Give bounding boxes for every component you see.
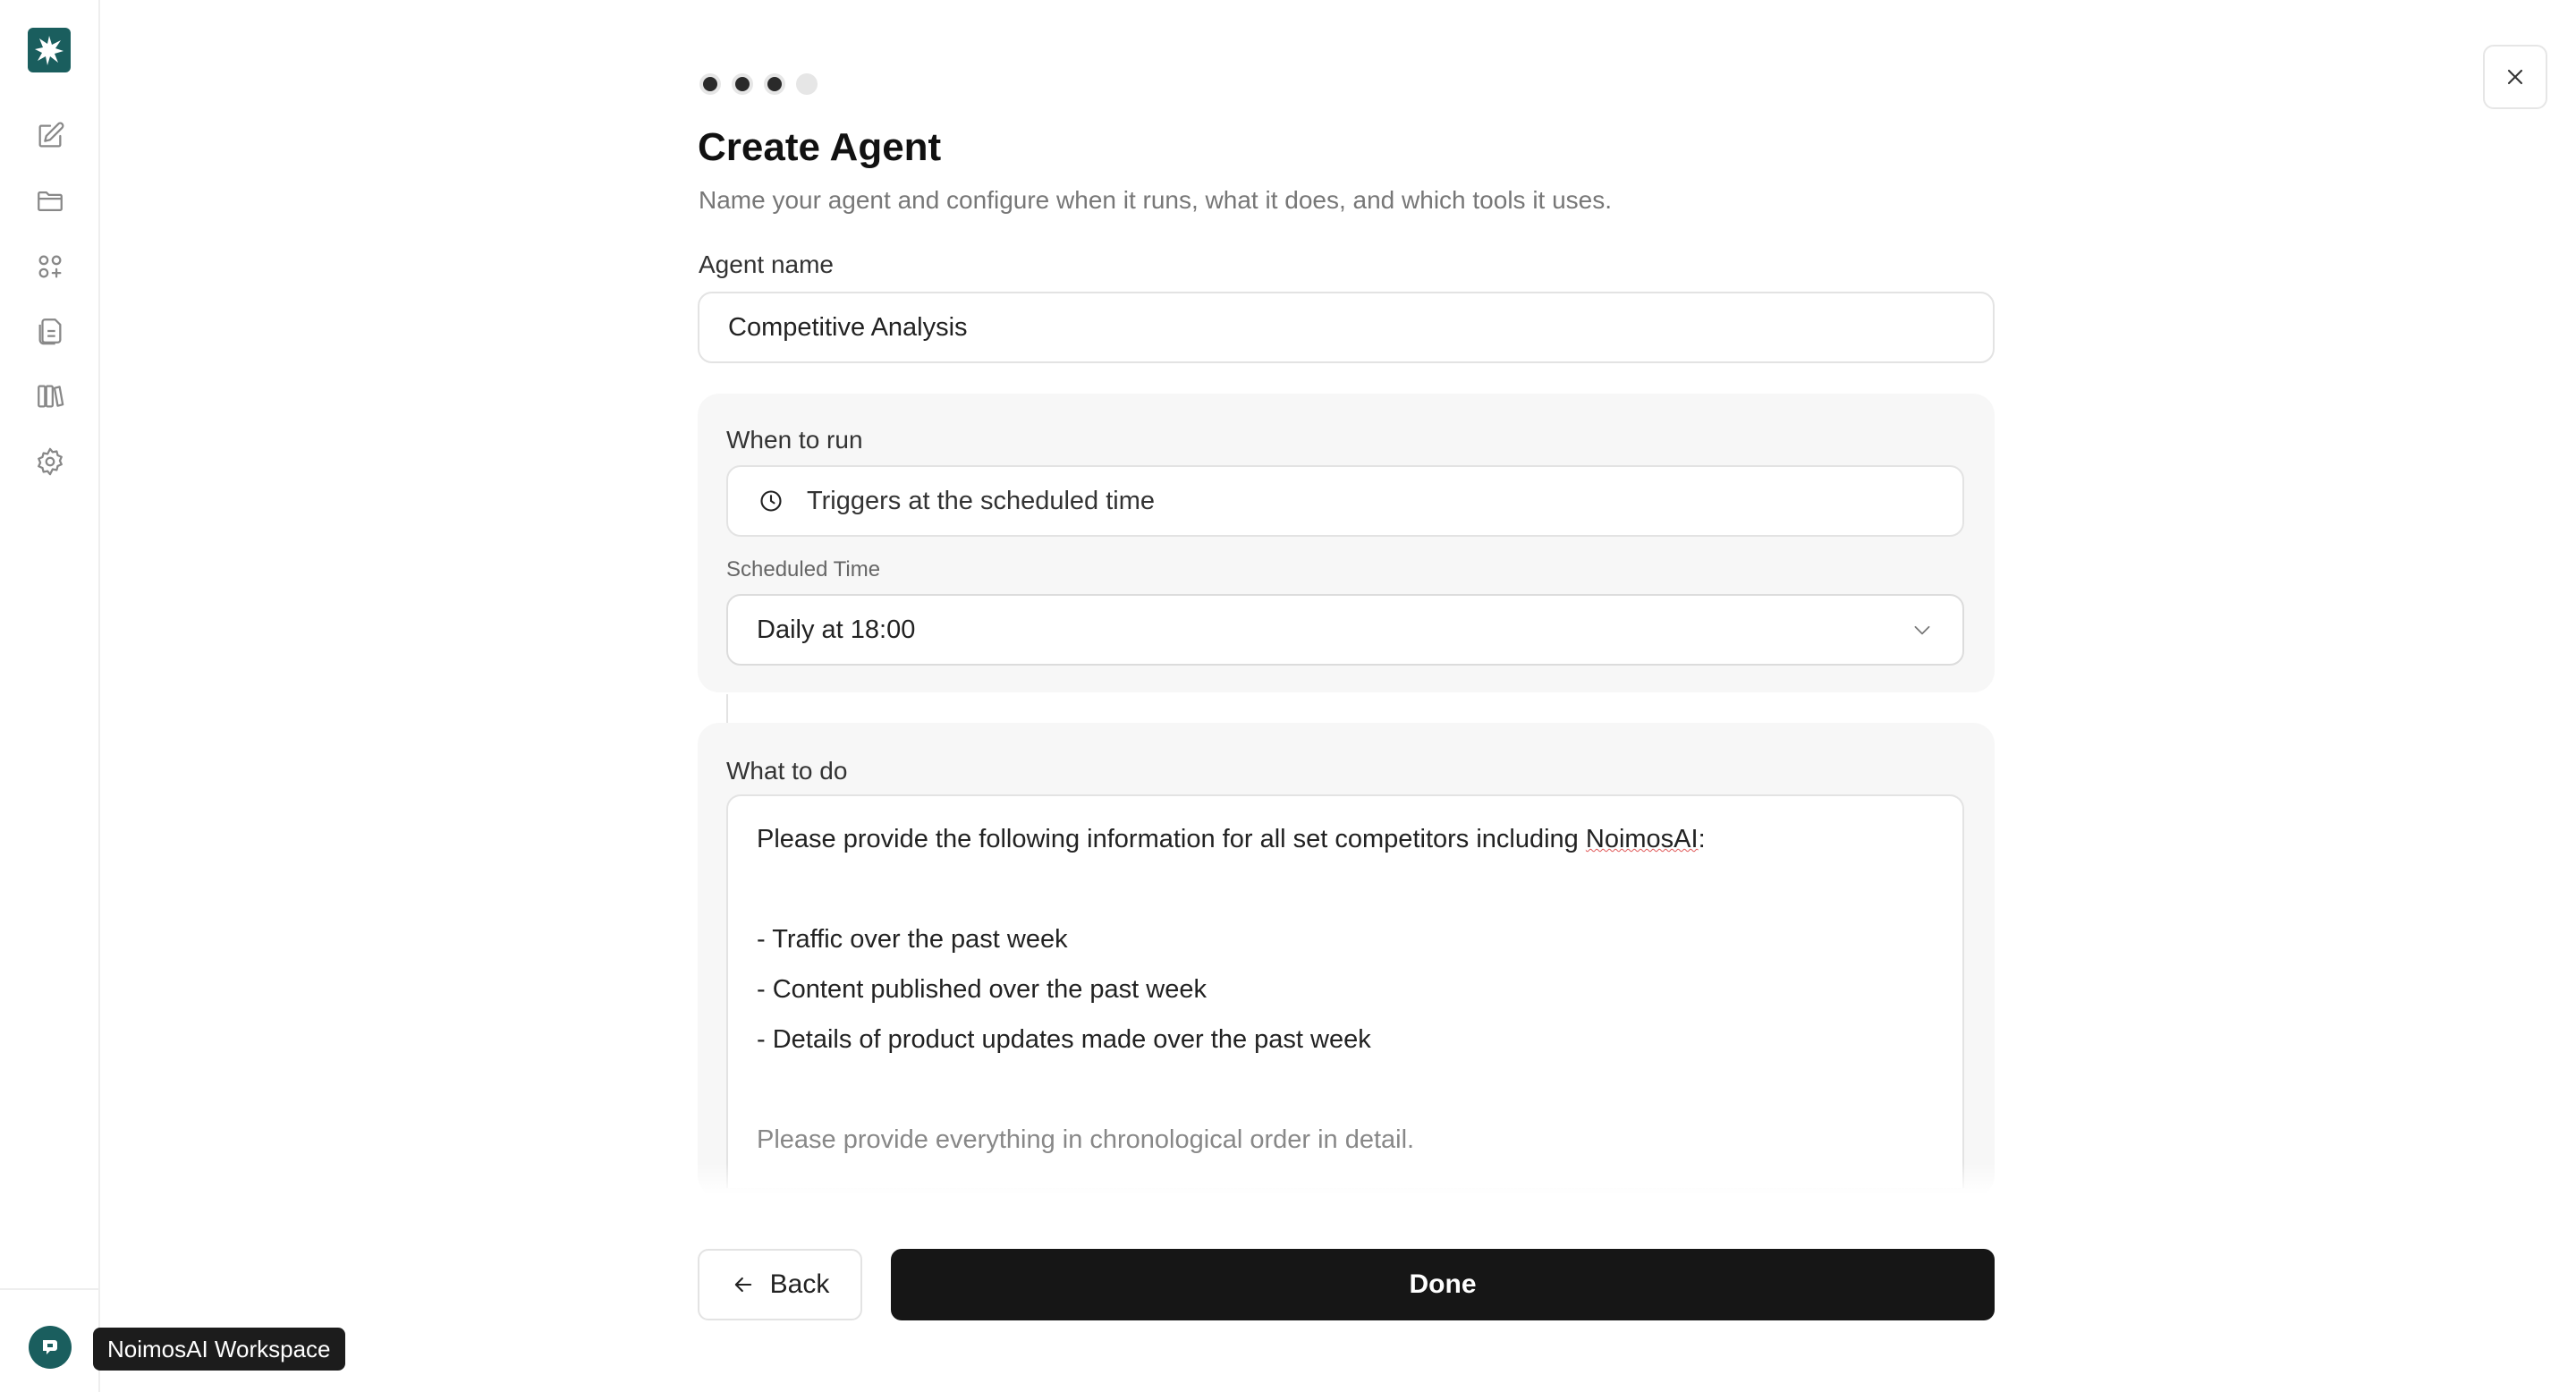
what-to-do-label: What to do <box>726 757 848 785</box>
sidebar-divider <box>0 1288 100 1290</box>
edit-icon[interactable] <box>32 118 68 154</box>
gear-icon[interactable] <box>32 444 68 480</box>
instruction-blank-line <box>757 864 1934 914</box>
scroll-fade <box>698 1163 1995 1202</box>
step-dot-1 <box>699 73 721 95</box>
back-button-label: Back <box>769 1269 830 1299</box>
close-icon <box>2507 69 2523 85</box>
library-icon[interactable] <box>32 378 68 414</box>
instruction-bullet-1: - Traffic over the past week <box>757 925 1068 954</box>
instruction-line-1-text: Please provide the following information… <box>757 825 1586 853</box>
instruction-blank-line <box>757 1065 1934 1115</box>
chevron-down-icon <box>1914 625 1930 635</box>
instruction-bullet-2: - Content published over the past week <box>757 975 1207 1004</box>
instruction-bullet-3: - Details of product updates made over t… <box>757 1025 1371 1054</box>
workspace-avatar[interactable] <box>29 1326 72 1369</box>
instruction-closing: Please provide everything in chronologic… <box>757 1125 1415 1154</box>
trigger-selector[interactable]: Triggers at the scheduled time <box>726 465 1964 537</box>
agent-name-input[interactable]: Competitive Analysis <box>698 292 1995 363</box>
close-button[interactable] <box>2483 45 2547 109</box>
page-subtitle: Name your agent and configure when it ru… <box>699 186 1613 214</box>
instruction-line-1-suffix: : <box>1698 825 1706 853</box>
workspace-tooltip: NoimosAI Workspace <box>93 1328 345 1371</box>
scheduled-time-value: Daily at 18:00 <box>757 615 916 644</box>
instructions-textarea[interactable]: Please provide the following information… <box>726 794 1964 1188</box>
instruction-line-1: Please provide the following information… <box>757 814 1934 864</box>
arrow-left-icon <box>734 1277 751 1293</box>
workspace-logo-icon <box>43 1340 57 1354</box>
step-dot-4 <box>796 73 818 95</box>
agent-name-label: Agent name <box>699 250 834 278</box>
step-indicator <box>699 73 818 95</box>
step-dot-3 <box>764 73 785 95</box>
clock-icon <box>760 490 782 512</box>
when-to-run-label: When to run <box>726 426 863 454</box>
instruction-brand: NoimosAI <box>1585 825 1699 853</box>
step-dot-2 <box>732 73 753 95</box>
back-button[interactable]: Back <box>698 1249 862 1320</box>
document-icon[interactable] <box>32 313 68 349</box>
scheduled-time-select[interactable]: Daily at 18:00 <box>726 594 1964 666</box>
sidebar <box>0 0 100 1392</box>
done-button[interactable]: Done <box>891 1249 1995 1320</box>
card-connector <box>726 694 728 723</box>
trigger-text: Triggers at the scheduled time <box>807 486 1156 515</box>
apps-icon[interactable] <box>32 249 68 284</box>
page-title: Create Agent <box>698 125 942 169</box>
starburst-logo-icon[interactable] <box>28 28 71 72</box>
scheduled-time-label: Scheduled Time <box>726 557 881 581</box>
folder-icon[interactable] <box>32 183 68 219</box>
